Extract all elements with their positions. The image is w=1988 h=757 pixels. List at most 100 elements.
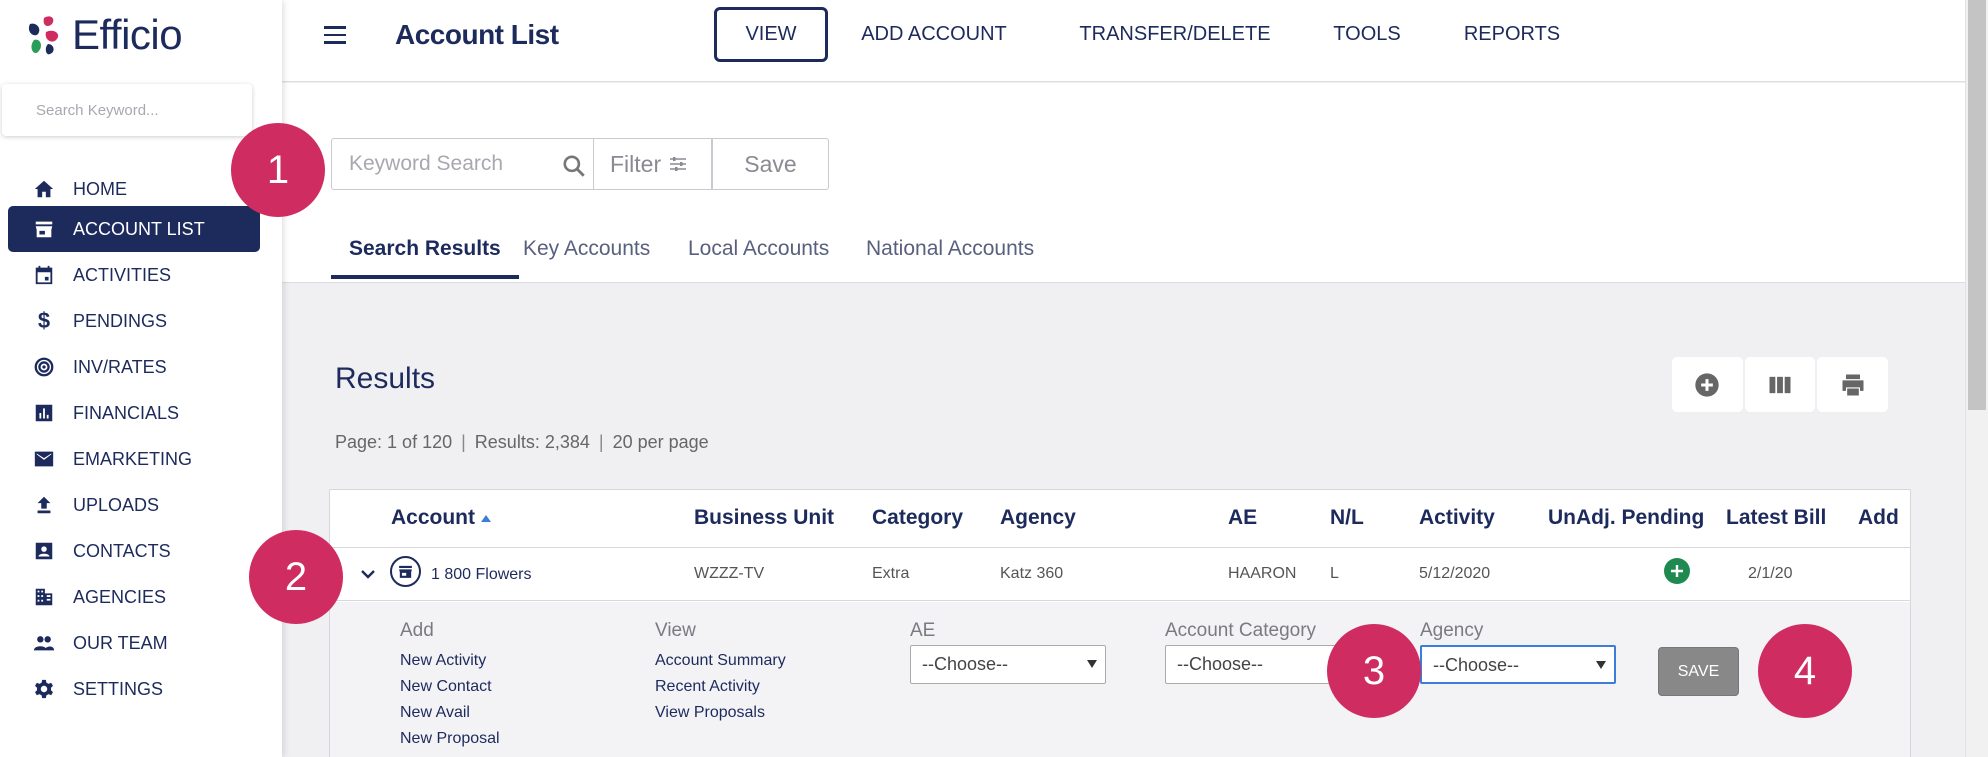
account-category-label: Account Category bbox=[1165, 620, 1317, 641]
results-toolbar bbox=[1672, 357, 1890, 412]
recent-activity-link[interactable]: Recent Activity bbox=[655, 674, 786, 700]
logo[interactable]: Efficio bbox=[20, 10, 183, 60]
sidebar-item-label: ACCOUNT LIST bbox=[73, 218, 205, 239]
new-contact-link[interactable]: New Contact bbox=[400, 674, 500, 700]
account-summary-link[interactable]: Account Summary bbox=[655, 648, 786, 674]
print-button[interactable] bbox=[1817, 357, 1889, 412]
result-count: Results: 2,384 bbox=[474, 432, 590, 452]
category-cell: Extra bbox=[872, 565, 910, 582]
separator: | bbox=[598, 432, 604, 452]
annotation-marker-3: 3 bbox=[1327, 624, 1421, 718]
agency-label: Agency bbox=[1420, 620, 1484, 641]
business-unit-cell: WZZZ-TV bbox=[694, 565, 765, 582]
results-title: Results bbox=[335, 362, 436, 395]
agency-field: Agency --Choose-- bbox=[1420, 620, 1616, 684]
store-icon bbox=[390, 556, 421, 587]
sidebar-item-label: EMARKETING bbox=[73, 448, 193, 469]
nl-cell: L bbox=[1330, 565, 1339, 582]
column-header-business-unit[interactable]: Business Unit bbox=[694, 506, 834, 530]
building-icon bbox=[32, 585, 56, 609]
column-header-nl[interactable]: N/L bbox=[1330, 506, 1364, 530]
column-header-account[interactable]: Account bbox=[391, 506, 491, 530]
sidebar-item-settings[interactable]: SETTINGS bbox=[8, 666, 260, 712]
ae-select-value: --Choose-- bbox=[922, 654, 1009, 674]
sidebar-item-our-team[interactable]: OUR TEAM bbox=[8, 620, 260, 666]
tab-local-accounts[interactable]: Local Accounts bbox=[688, 231, 829, 279]
sidebar-item-label: HOME bbox=[73, 178, 127, 199]
tab-reports[interactable]: REPORTS bbox=[1457, 7, 1567, 62]
sidebar-item-label: INV/RATES bbox=[73, 356, 167, 377]
column-header-activity[interactable]: Activity bbox=[1419, 506, 1495, 530]
tab-view[interactable]: VIEW bbox=[714, 7, 828, 62]
sidebar-item-inv-rates[interactable]: INV/RATES bbox=[8, 344, 260, 390]
save-button[interactable]: SAVE bbox=[1658, 647, 1739, 696]
save-search-button[interactable]: Save bbox=[712, 138, 829, 190]
new-proposal-link[interactable]: New Proposal bbox=[400, 726, 500, 752]
tab-tools[interactable]: TOOLS bbox=[1327, 7, 1407, 62]
search-panel: Keyword Search Filter Save Search Result… bbox=[282, 83, 1965, 283]
ae-field: AE --Choose-- bbox=[910, 620, 1106, 684]
add-links-group: Add New Activity New Contact New Avail N… bbox=[400, 620, 500, 752]
agency-cell: Katz 360 bbox=[1000, 565, 1064, 582]
hamburger-menu-icon[interactable] bbox=[324, 26, 346, 44]
account-category-select-value: --Choose-- bbox=[1177, 654, 1264, 674]
pagination-info: Page: 1 of 120 | Results: 2,384 | 20 per pag… bbox=[335, 432, 709, 453]
sidebar-item-label: UPLOADS bbox=[73, 494, 160, 515]
column-header-category[interactable]: Category bbox=[872, 506, 963, 530]
sidebar-item-activities[interactable]: ACTIVITIES bbox=[8, 252, 260, 298]
add-pending-icon[interactable] bbox=[1664, 558, 1690, 584]
column-header-add[interactable]: Add bbox=[1858, 506, 1899, 530]
scrollbar-thumb[interactable] bbox=[1968, 0, 1986, 410]
annotation-marker-1: 1 bbox=[231, 123, 325, 217]
sidebar-item-financials[interactable]: FINANCIALS bbox=[8, 390, 260, 436]
sidebar-item-agencies[interactable]: AGENCIES bbox=[8, 574, 260, 620]
tab-key-accounts[interactable]: Key Accounts bbox=[523, 231, 650, 279]
sidebar-search-input[interactable]: Search Keyword... bbox=[2, 84, 252, 136]
sidebar-item-pendings[interactable]: $ PENDINGS bbox=[8, 298, 260, 344]
sidebar-item-emarketing[interactable]: EMARKETING bbox=[8, 436, 260, 482]
separator: | bbox=[461, 432, 466, 452]
dollar-icon: $ bbox=[37, 308, 51, 333]
sidebar-item-label: FINANCIALS bbox=[73, 402, 180, 423]
columns-button[interactable] bbox=[1744, 357, 1816, 412]
app-name: Efficio bbox=[72, 11, 183, 58]
column-header-latest-bill[interactable]: Latest Bill bbox=[1726, 506, 1826, 530]
target-icon bbox=[32, 355, 56, 379]
page-scrollbar[interactable] bbox=[1965, 0, 1988, 757]
column-header-unadj-pending[interactable]: UnAdj. Pending bbox=[1548, 506, 1704, 530]
column-header-agency[interactable]: Agency bbox=[1000, 506, 1076, 530]
column-header-label: Account bbox=[391, 506, 475, 529]
sidebar: Efficio Search Keyword... HOME ACCOUNT L… bbox=[0, 0, 282, 757]
tab-transfer-delete[interactable]: TRANSFER/DELETE bbox=[1075, 7, 1275, 62]
sidebar-item-account-list[interactable]: ACCOUNT LIST bbox=[8, 206, 260, 252]
per-page: 20 per page bbox=[612, 432, 709, 452]
new-avail-link[interactable]: New Avail bbox=[400, 700, 500, 726]
sidebar-item-contacts[interactable]: CONTACTS bbox=[8, 528, 260, 574]
contact-card-icon bbox=[32, 539, 56, 563]
sidebar-item-label: SETTINGS bbox=[73, 678, 164, 699]
add-heading: Add bbox=[400, 620, 434, 641]
tab-add-account[interactable]: ADD ACCOUNT bbox=[856, 7, 1012, 62]
filter-button[interactable]: Filter bbox=[594, 138, 712, 190]
dropdown-arrow-icon bbox=[1087, 660, 1097, 668]
add-circle-button[interactable] bbox=[1672, 357, 1743, 412]
chevron-down-icon[interactable] bbox=[360, 566, 376, 582]
print-icon bbox=[1842, 374, 1864, 395]
columns-icon bbox=[1769, 376, 1791, 393]
new-activity-link[interactable]: New Activity bbox=[400, 648, 500, 674]
keyword-search-input[interactable]: Keyword Search bbox=[331, 138, 594, 190]
gear-icon bbox=[32, 677, 56, 701]
column-header-ae[interactable]: AE bbox=[1228, 506, 1257, 530]
table-row[interactable]: 1 800 Flowers WZZZ-TV Extra Katz 360 HAA… bbox=[330, 549, 1910, 601]
agency-select[interactable]: --Choose-- bbox=[1420, 645, 1616, 684]
sidebar-item-uploads[interactable]: UPLOADS bbox=[8, 482, 260, 528]
latest-bill-cell: 2/1/20 bbox=[1748, 565, 1793, 582]
view-proposals-link[interactable]: View Proposals bbox=[655, 700, 786, 726]
search-icon[interactable] bbox=[561, 153, 587, 179]
page-title: Account List bbox=[395, 19, 559, 50]
calendar-icon bbox=[32, 263, 56, 287]
ae-select[interactable]: --Choose-- bbox=[910, 645, 1106, 684]
tab-national-accounts[interactable]: National Accounts bbox=[866, 231, 1034, 279]
tab-search-results[interactable]: Search Results bbox=[331, 231, 519, 279]
account-name-link[interactable]: 1 800 Flowers bbox=[431, 566, 532, 584]
